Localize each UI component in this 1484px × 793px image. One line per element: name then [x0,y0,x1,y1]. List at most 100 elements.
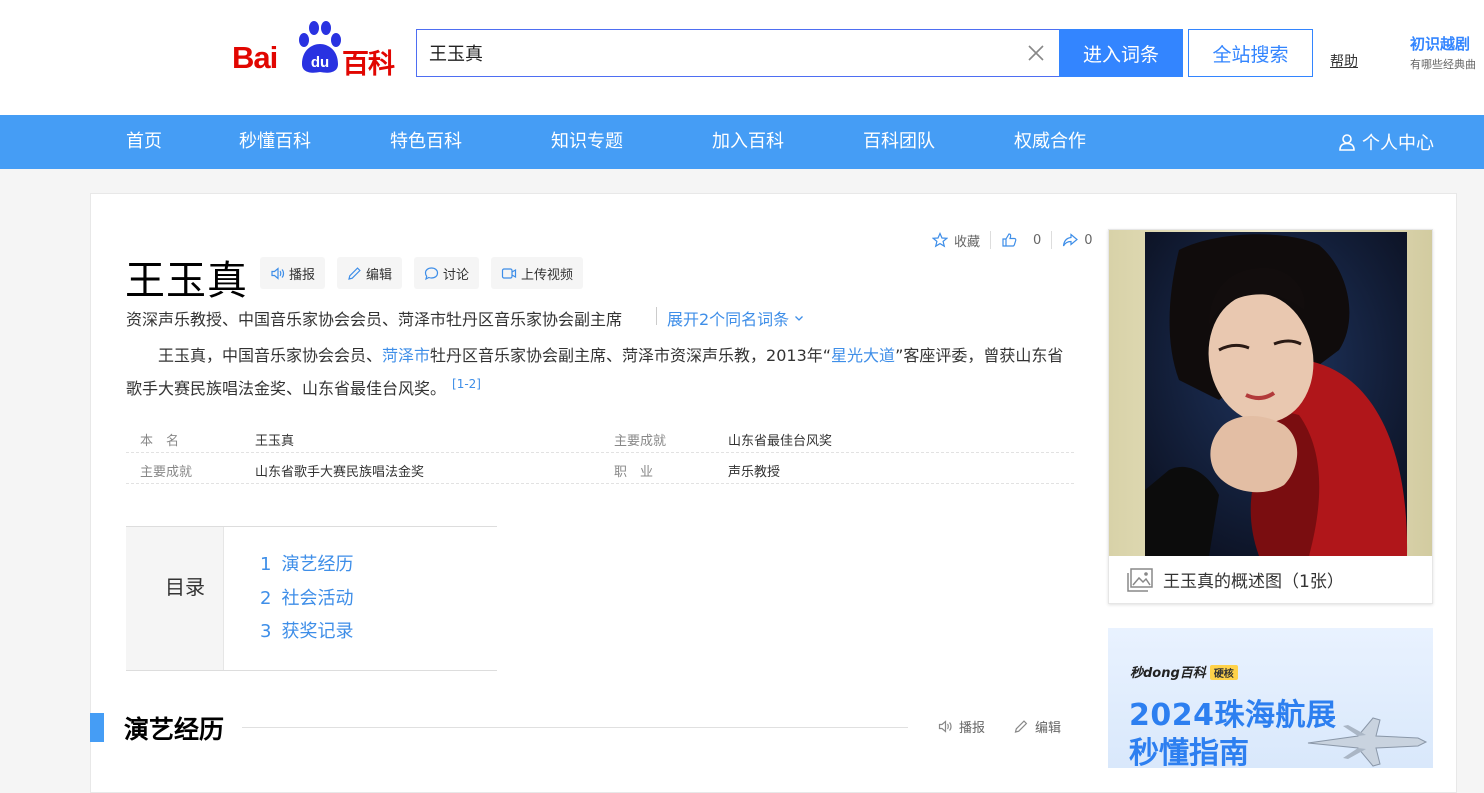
expand-same-name-label: 展开2个同名词条 [667,310,790,329]
nav-item-topics[interactable]: 知识专题 [551,115,623,169]
link-star-avenue[interactable]: 星光大道 [831,346,895,365]
help-link[interactable]: 帮助 [1330,51,1358,71]
nav-item-miaodong[interactable]: 秒懂百科 [239,115,311,169]
share-icon [1063,233,1079,247]
section-edit-button[interactable]: 编辑 [1013,717,1061,736]
entry-top-tools: 收藏 0 0 [932,230,1093,250]
summary-text: 王玉真，中国音乐家协会会员、 [158,346,383,365]
info-key: 本 名 [140,434,180,449]
baidu-baike-logo[interactable]: Bai du 百科 [232,20,404,80]
section-edit-label: 编辑 [1035,721,1062,736]
nav-item-cooperation[interactable]: 权威合作 [1014,115,1086,169]
nav-item-join[interactable]: 加入百科 [712,115,784,169]
user-icon [1339,134,1355,151]
logo-baike-text: 百科 [342,49,395,80]
edit-button[interactable]: 编辑 [337,257,403,289]
site-search-button[interactable]: 全站搜索 [1188,29,1313,77]
close-icon[interactable] [1025,42,1047,64]
search-input[interactable] [417,30,1017,76]
toc-number: 3 [260,621,272,642]
toc-item-label: 社会活动 [281,588,354,609]
pencil-icon [348,266,361,280]
upload-video-button[interactable]: 上传视频 [491,257,584,289]
toc-number: 2 [260,588,272,609]
user-center-link[interactable]: 个人中心 [1338,115,1434,169]
toc-item-performance[interactable]: 1 演艺经历 [260,550,353,576]
header: Bai du 百科 进入词条 全站搜索 帮助 初识越剧 有哪些经典曲 [0,0,1484,115]
pencil-icon [1014,720,1028,733]
promo-title-link[interactable]: 初识越剧 [1410,33,1470,54]
promo-subtitle: 有哪些经典曲 [1410,58,1476,71]
entry-summary: 王玉真，中国音乐家协会会员、菏泽市牡丹区音乐家协会副主席、菏泽市资深声乐教，20… [126,342,1076,403]
info-value: 山东省歌手大赛民族唱法金奖 [255,465,425,480]
reference-link[interactable]: [1-2] [452,377,481,391]
share-button[interactable]: 0 [1062,230,1093,250]
nav-item-team[interactable]: 百科团队 [863,115,935,169]
toc-item-awards[interactable]: 3 获奖记录 [260,617,353,643]
paw-logo-icon: du [299,21,341,73]
discuss-button[interactable]: 讨论 [414,257,480,289]
nav-item-featured[interactable]: 特色百科 [390,115,462,169]
play-audio-button[interactable]: 播报 [260,257,326,289]
promo-brand: 秒dong百科 硬核 [1130,662,1238,681]
edit-label: 编辑 [366,267,393,283]
info-key: 主要成就 [140,465,193,480]
logo-du-text: du [311,54,329,71]
divider [656,307,657,325]
info-key: 职 业 [614,465,654,480]
section-play-button[interactable]: 播报 [937,717,985,736]
promo-banner[interactable]: 秒dong百科 硬核 2024珠海航展 秒懂指南 [1108,628,1433,768]
play-audio-label: 播报 [289,267,316,283]
thumbs-up-icon [1002,233,1017,247]
summary-text: 牡丹区音乐家协会副主席、菏泽市资深声乐教，2013年“ [430,346,832,365]
enter-entry-button[interactable]: 进入词条 [1059,29,1183,77]
toc-item-social[interactable]: 2 社会活动 [260,584,353,610]
portrait-photo[interactable] [1109,230,1432,556]
section-title: 演艺经历 [124,715,225,744]
info-value: 声乐教授 [728,465,781,480]
main-nav: 首页 秒懂百科 特色百科 知识专题 加入百科 百科团队 权威合作 个人中心 [0,115,1484,169]
link-heze-city[interactable]: 菏泽市 [382,346,430,365]
divider [990,231,992,249]
section-marker [90,713,104,742]
photo-caption[interactable]: 王玉真的概述图（1张） [1109,556,1432,603]
info-row: 本 名 王玉真 主要成就 山东省最佳台风奖 [126,422,1074,453]
like-count: 0 [1033,232,1042,248]
entry-subtitle: 资深声乐教授、中国音乐家协会会员、菏泽市牡丹区音乐家协会副主席 [126,310,623,329]
collect-button[interactable]: 收藏 [932,230,980,250]
star-icon [932,232,948,248]
promo-brand-label: 秒dong百科 [1130,666,1206,681]
chat-bubble-icon [424,266,439,280]
info-value: 山东省最佳台风奖 [728,434,833,449]
promo-subheadline: 秒懂指南 [1129,736,1249,768]
divider [1051,231,1053,249]
like-button[interactable]: 0 [1001,230,1041,250]
entry-title: 王玉真 [125,258,248,304]
basic-info-table: 本 名 王玉真 主要成就 山东省最佳台风奖 主要成就 山东省歌手大赛民族唱法金奖… [126,422,1074,484]
user-center-label: 个人中心 [1362,133,1434,154]
share-count: 0 [1084,232,1093,248]
title-actions: 播报 编辑 讨论 上传视频 [260,257,595,289]
video-camera-icon [501,267,517,279]
nav-item-home[interactable]: 首页 [126,115,162,169]
expand-same-name-link[interactable]: 展开2个同名词条 [667,306,805,330]
section-play-label: 播报 [959,721,986,736]
collect-label: 收藏 [954,234,981,250]
toc-item-label: 获奖记录 [281,621,354,642]
upload-video-label: 上传视频 [521,267,574,283]
fighter-jet-icon [1307,717,1428,767]
toc-label-box: 目录 [126,527,224,670]
chevron-down-icon [795,316,804,321]
summary-photo-card[interactable]: 王玉真的概述图（1张） [1108,229,1433,604]
info-value: 王玉真 [255,434,295,449]
search-box [416,29,1059,77]
image-gallery-icon [1127,567,1153,592]
speaker-icon [271,266,285,280]
toc-item-label: 演艺经历 [281,554,354,575]
info-row: 主要成就 山东省歌手大赛民族唱法金奖 职 业 声乐教授 [126,453,1074,484]
toc-number: 1 [260,554,272,575]
section-tools: 播报 编辑 [937,717,1089,736]
info-key: 主要成就 [614,434,667,449]
discuss-label: 讨论 [443,267,470,283]
section-divider [242,727,908,728]
